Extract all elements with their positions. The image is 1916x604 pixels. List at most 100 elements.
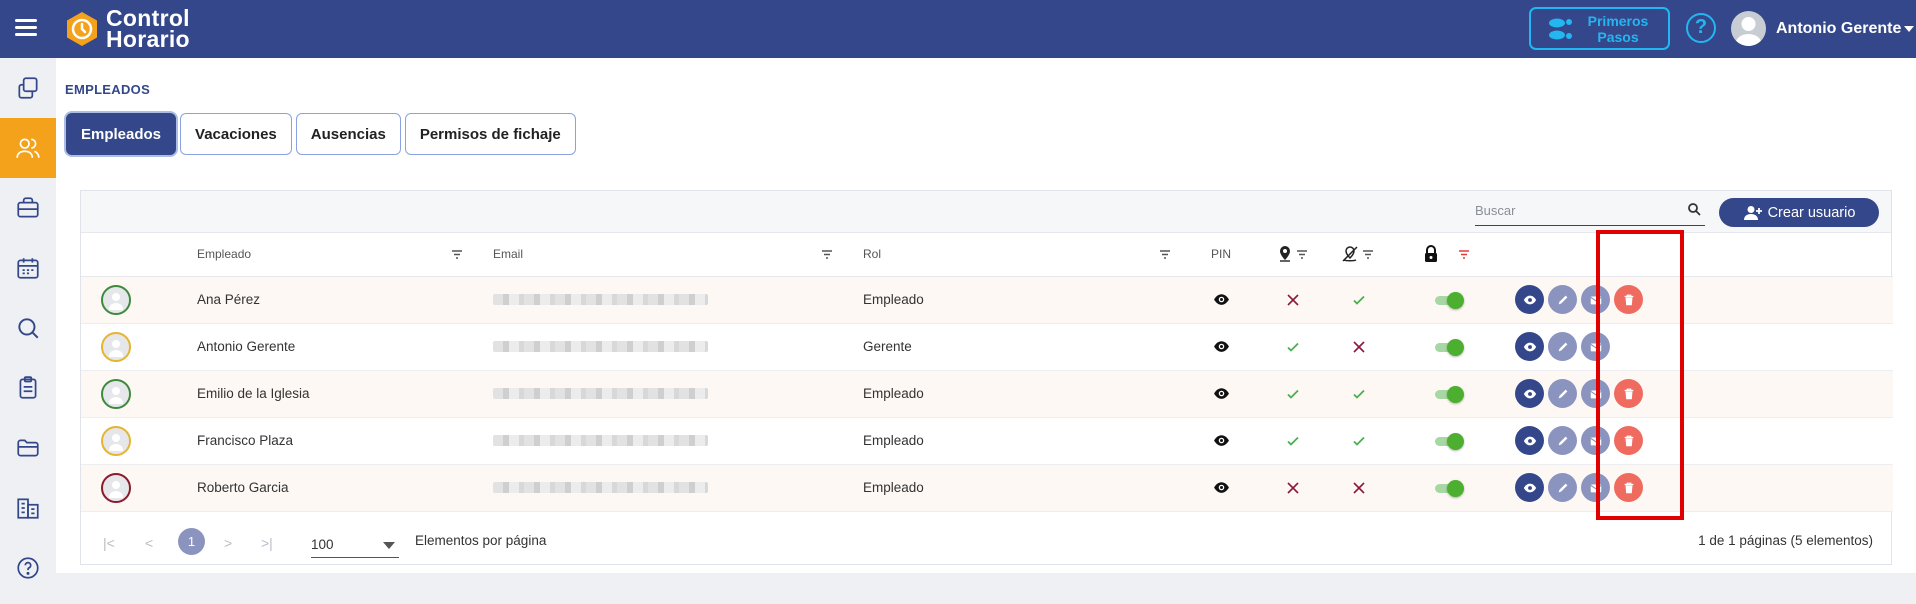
trash-icon [1624, 482, 1633, 493]
col-email-header: Email [493, 233, 863, 277]
eye-icon[interactable] [1213, 385, 1230, 402]
check-icon [1353, 295, 1365, 305]
lock-toggle[interactable] [1435, 339, 1464, 357]
edit-button[interactable] [1548, 379, 1577, 408]
sidebar-item-search[interactable] [0, 298, 56, 358]
actions-cell [1489, 417, 1893, 465]
role-cell: Empleado [863, 276, 1201, 324]
grid-toolbar: Crear usuario [81, 191, 1891, 233]
eye-icon[interactable] [1213, 432, 1230, 449]
view-button[interactable] [1515, 379, 1544, 408]
edit-button[interactable] [1548, 332, 1577, 361]
email-redacted [493, 435, 708, 446]
email-button[interactable] [1581, 473, 1610, 502]
email-redacted [493, 341, 708, 352]
check-icon [1287, 436, 1299, 446]
next-page-button[interactable]: > [224, 535, 232, 551]
check-icon [1353, 436, 1365, 446]
view-button[interactable] [1515, 332, 1544, 361]
footsteps-icon [1549, 18, 1572, 39]
lock-toggle[interactable] [1435, 386, 1464, 404]
dropdown-arrow-icon [383, 542, 395, 549]
col-employee-header: Empleado [197, 233, 493, 277]
email-button[interactable] [1581, 285, 1610, 314]
edit-button[interactable] [1548, 426, 1577, 455]
email-cell [493, 323, 863, 371]
tab-vacations[interactable]: Vacaciones [180, 113, 292, 155]
avatar[interactable] [101, 331, 131, 362]
email-button[interactable] [1581, 332, 1610, 361]
first-page-button[interactable]: |< [103, 535, 115, 551]
last-page-button[interactable]: >| [261, 535, 273, 551]
sidebar-item-employees[interactable] [0, 118, 56, 178]
eye-icon [1523, 483, 1536, 492]
eye-icon[interactable] [1213, 338, 1230, 355]
envelope-icon [1589, 484, 1602, 492]
sidebar-item-company[interactable] [0, 478, 56, 538]
employee-name: Ana Pérez [197, 276, 493, 324]
help-icon[interactable]: ? [1686, 13, 1716, 43]
sidebar-item-dashboard[interactable] [0, 58, 56, 118]
user-menu[interactable]: Antonio Gerente [1731, 11, 1915, 46]
eye-icon[interactable] [1213, 479, 1230, 496]
lock-toggle[interactable] [1435, 292, 1464, 310]
tab-clocking-permissions[interactable]: Permisos de fichaje [404, 113, 576, 155]
employee-name: Emilio de la Iglesia [197, 370, 493, 418]
hamburger-menu-icon[interactable] [12, 15, 40, 43]
employees-table: Empleado Email Rol PIN Ana Pérez Emplead… [81, 233, 1893, 512]
buildings-icon [17, 498, 39, 519]
sidebar [0, 58, 56, 604]
filter-icon[interactable] [1362, 250, 1374, 259]
delete-button[interactable] [1614, 473, 1643, 502]
filter-icon[interactable] [1159, 250, 1171, 259]
current-page-button[interactable]: 1 [178, 528, 205, 555]
tab-employees[interactable]: Empleados [66, 113, 177, 155]
view-button[interactable] [1515, 285, 1544, 314]
app-logo[interactable]: Control Horario [64, 7, 190, 51]
delete-button[interactable] [1614, 285, 1643, 314]
lock-toggle[interactable] [1435, 480, 1464, 498]
sidebar-item-reports[interactable] [0, 358, 56, 418]
view-button[interactable] [1515, 473, 1544, 502]
first-steps-button[interactable]: Primeros Pasos [1529, 7, 1670, 50]
edit-button[interactable] [1548, 473, 1577, 502]
sidebar-item-calendar[interactable] [0, 238, 56, 298]
sidebar-item-projects[interactable] [0, 178, 56, 238]
eye-icon[interactable] [1213, 291, 1230, 308]
page-size-select[interactable]: 100 [311, 530, 399, 558]
search-input[interactable] [1475, 196, 1675, 224]
tab-absences[interactable]: Ausencias [295, 113, 401, 155]
col-lock-header [1407, 233, 1489, 277]
avatar[interactable] [101, 378, 131, 409]
prev-page-button[interactable]: < [145, 535, 153, 551]
employees-grid: Crear usuario Empleado Email Rol PIN [80, 190, 1893, 565]
envelope-icon [1589, 390, 1602, 398]
filter-active-icon[interactable] [1458, 250, 1470, 259]
filter-icon[interactable] [451, 250, 463, 259]
lock-toggle[interactable] [1435, 433, 1464, 451]
filter-icon[interactable] [821, 250, 833, 259]
email-button[interactable] [1581, 426, 1610, 455]
avatar[interactable] [101, 425, 131, 456]
delete-button[interactable] [1614, 379, 1643, 408]
sidebar-item-documents[interactable] [0, 418, 56, 478]
eye-icon [1523, 389, 1536, 398]
col-avatar-header [81, 233, 197, 277]
create-user-label: Crear usuario [1767, 204, 1856, 221]
view-button[interactable] [1515, 426, 1544, 455]
main-content: EMPLEADOS Empleados Vacaciones Ausencias… [56, 58, 1916, 573]
avatar[interactable] [101, 284, 131, 315]
avatar[interactable] [101, 472, 131, 503]
delete-button[interactable] [1614, 426, 1643, 455]
filter-icon[interactable] [1296, 250, 1308, 259]
email-button[interactable] [1581, 379, 1610, 408]
pencil-icon [1558, 342, 1567, 351]
edit-button[interactable] [1548, 285, 1577, 314]
create-user-button[interactable]: Crear usuario [1719, 198, 1879, 227]
sidebar-item-help[interactable] [0, 538, 56, 598]
search-icon[interactable] [1687, 202, 1701, 216]
top-bar: Control Horario Primeros Pasos ? Antonio… [0, 0, 1916, 58]
email-cell [493, 464, 863, 512]
location-cell [1277, 323, 1341, 371]
geofence-off-icon [1342, 246, 1358, 262]
